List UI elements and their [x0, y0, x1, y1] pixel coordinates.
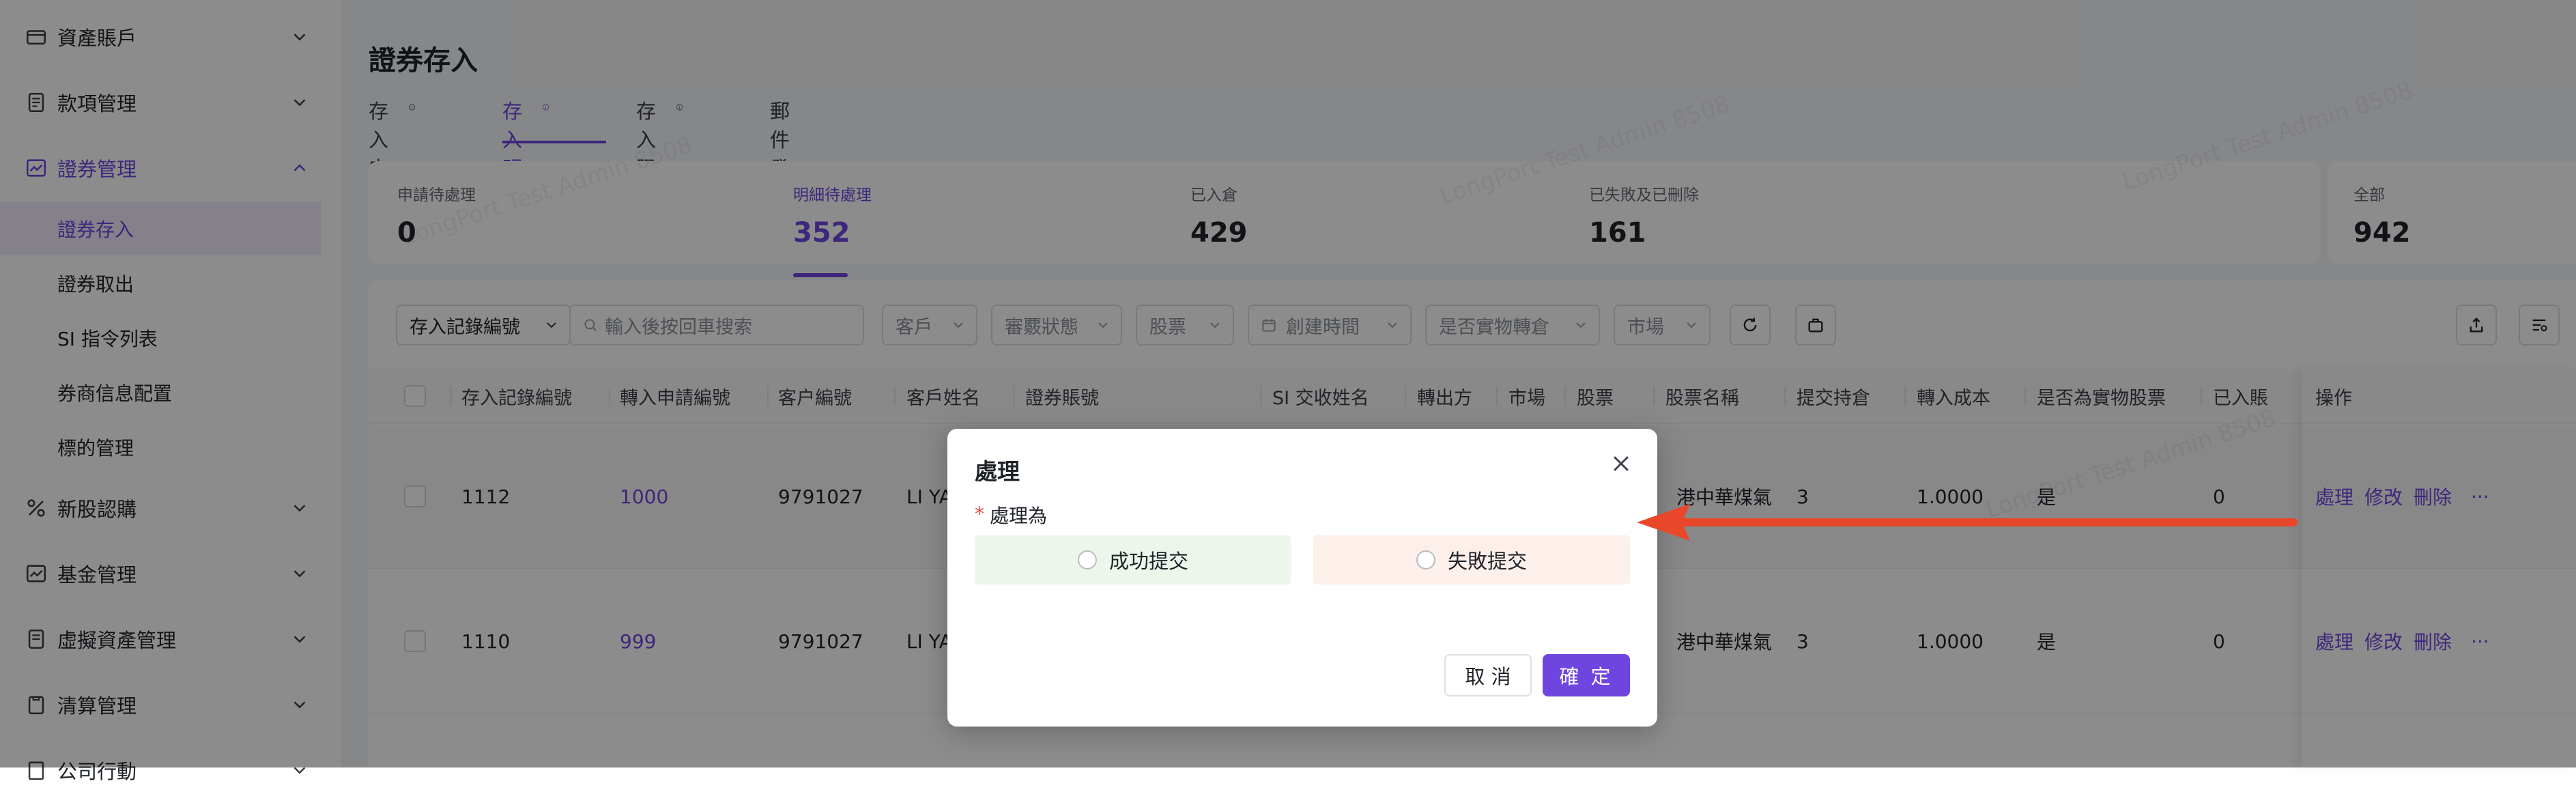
dialog-title: 處理 [975, 458, 1020, 485]
confirm-button[interactable]: 確 定 [1543, 654, 1630, 696]
cancel-button[interactable]: 取 消 [1444, 654, 1532, 696]
field-label: 處理為 [990, 505, 1048, 527]
fail-submit-option[interactable]: 失敗提交 [1313, 535, 1630, 584]
page: 資產賬戶 款項管理 證券管理 證券存入 證券取出 SI 指令列表 券商信息配置 … [0, 0, 2576, 783]
success-submit-option[interactable]: 成功提交 [975, 535, 1291, 584]
radio-label: 成功提交 [1108, 550, 1188, 573]
process-dialog: 處理 * 處理為 成功提交 失敗提交 取 消 確 定 [947, 429, 1657, 727]
radio-label: 失敗提交 [1447, 550, 1527, 573]
annotation-arrow-icon [1637, 504, 2298, 541]
close-icon[interactable] [1609, 452, 1633, 475]
radio-button[interactable] [1077, 550, 1097, 569]
required-mark: * [975, 503, 984, 525]
radio-button[interactable] [1416, 550, 1435, 569]
